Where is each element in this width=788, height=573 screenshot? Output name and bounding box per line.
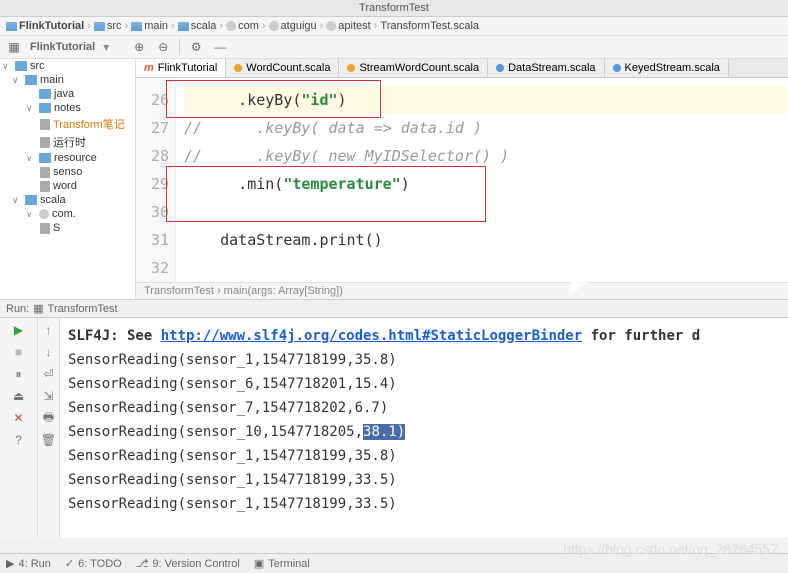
- project-icon[interactable]: ▦: [6, 39, 22, 55]
- expand-icon[interactable]: ⊖: [155, 39, 171, 55]
- tree-item[interactable]: ∨src: [0, 59, 135, 73]
- run-label: Run:: [6, 303, 29, 315]
- breadcrumb: FlinkTutorial› src› main› scala› com› at…: [0, 17, 788, 36]
- editor-tab[interactable]: mFlinkTutorial: [136, 59, 226, 77]
- help-icon[interactable]: ?: [11, 432, 27, 448]
- rerun-icon[interactable]: ▶: [11, 322, 27, 338]
- console-output[interactable]: SLF4J: See http://www.slf4j.org/codes.ht…: [60, 318, 788, 538]
- code-breadcrumb[interactable]: TransformTest › main(args: Array[String]…: [136, 282, 788, 299]
- code-content[interactable]: .keyBy("id") // .keyBy( data => data.id …: [176, 78, 788, 282]
- editor-tab[interactable]: WordCount.scala: [226, 59, 339, 77]
- scroll-icon[interactable]: ⇲: [41, 388, 57, 404]
- up-icon[interactable]: ↑: [41, 322, 57, 338]
- line-number-gutter: 26 27 28 29 30 31 32: [136, 78, 176, 282]
- tree-item[interactable]: S: [0, 221, 135, 235]
- top-window-title: TransformTest: [0, 0, 788, 17]
- breadcrumb-item[interactable]: src: [94, 20, 122, 32]
- editor-tab[interactable]: StreamWordCount.scala: [339, 59, 488, 77]
- console-area: ▶ ■ ⏸ ⏏ ✕ ? ↑ ↓ ⏎ ⇲ 🖶 🗑 SLF4J: See http:…: [0, 318, 788, 538]
- wrap-icon[interactable]: ⏎: [41, 366, 57, 382]
- project-tree[interactable]: ∨src ∨main java ∨notes Transform笔记 运行时 ∨…: [0, 59, 136, 299]
- breadcrumb-item[interactable]: com: [226, 20, 259, 32]
- breadcrumb-item[interactable]: scala: [178, 20, 217, 32]
- tree-item[interactable]: ∨scala: [0, 193, 135, 207]
- stop-icon[interactable]: ■: [11, 344, 27, 360]
- hide-icon[interactable]: —: [212, 39, 228, 55]
- print-icon[interactable]: 🖶: [41, 410, 57, 426]
- run-toolwindow-header[interactable]: Run: ▦ TransformTest: [0, 299, 788, 318]
- breadcrumb-item[interactable]: main: [131, 20, 168, 32]
- breadcrumb-item[interactable]: FlinkTutorial: [6, 20, 84, 32]
- chevron-down-icon[interactable]: ▾: [103, 40, 109, 54]
- code-editor[interactable]: 26 27 28 29 30 31 32 .keyBy("id") // .ke…: [136, 78, 788, 282]
- console-toolbar-primary: ▶ ■ ⏸ ⏏ ✕ ?: [0, 318, 38, 538]
- breadcrumb-item[interactable]: apitest: [326, 20, 370, 32]
- selected-text: 38.1): [363, 424, 405, 440]
- tree-item[interactable]: ∨com.: [0, 207, 135, 221]
- tree-item[interactable]: word: [0, 179, 135, 193]
- breadcrumb-item[interactable]: atguigu: [269, 20, 317, 32]
- todo-toolwindow-button[interactable]: ✓ 6: TODO: [65, 557, 122, 570]
- tree-item[interactable]: 运行时: [0, 133, 135, 151]
- project-toolbar: ▦ FlinkTutorial ▾ ⊕ ⊖ ⚙ —: [0, 36, 788, 59]
- editor-tab[interactable]: DataStream.scala: [488, 59, 604, 77]
- tree-item[interactable]: ∨notes: [0, 101, 135, 115]
- gear-icon[interactable]: ⚙: [188, 39, 204, 55]
- run-toolwindow-button[interactable]: ▶ 4: Run: [6, 557, 51, 570]
- project-label[interactable]: FlinkTutorial: [30, 41, 95, 53]
- tree-item[interactable]: ∨resource: [0, 151, 135, 165]
- editor-tab-bar: mFlinkTutorial WordCount.scala StreamWor…: [136, 59, 788, 78]
- run-config-name: TransformTest: [48, 303, 118, 315]
- video-play-icon[interactable]: [570, 230, 622, 294]
- down-icon[interactable]: ↓: [41, 344, 57, 360]
- console-toolbar-secondary: ↑ ↓ ⏎ ⇲ 🖶 🗑: [38, 318, 60, 538]
- tree-item[interactable]: Transform笔记: [0, 115, 135, 133]
- tree-item[interactable]: senso: [0, 165, 135, 179]
- collapse-icon[interactable]: ⊕: [131, 39, 147, 55]
- close-icon[interactable]: ✕: [11, 410, 27, 426]
- vcs-toolwindow-button[interactable]: ⎇ 9: Version Control: [136, 557, 240, 570]
- console-link[interactable]: http://www.slf4j.org/codes.html#StaticLo…: [161, 328, 582, 344]
- exit-icon[interactable]: ⏏: [11, 388, 27, 404]
- tree-item[interactable]: ∨main: [0, 73, 135, 87]
- editor-tab[interactable]: KeyedStream.scala: [605, 59, 729, 77]
- breadcrumb-item[interactable]: TransformTest.scala: [380, 20, 479, 32]
- trash-icon[interactable]: 🗑: [41, 432, 57, 448]
- pause-icon[interactable]: ⏸: [11, 366, 27, 382]
- tree-item[interactable]: java: [0, 87, 135, 101]
- watermark: https://blog.csdn.net/qq_28764557: [563, 541, 778, 557]
- editor-area: mFlinkTutorial WordCount.scala StreamWor…: [136, 59, 788, 299]
- run-config-icon: ▦: [33, 302, 43, 315]
- terminal-toolwindow-button[interactable]: ▣ Terminal: [254, 557, 310, 570]
